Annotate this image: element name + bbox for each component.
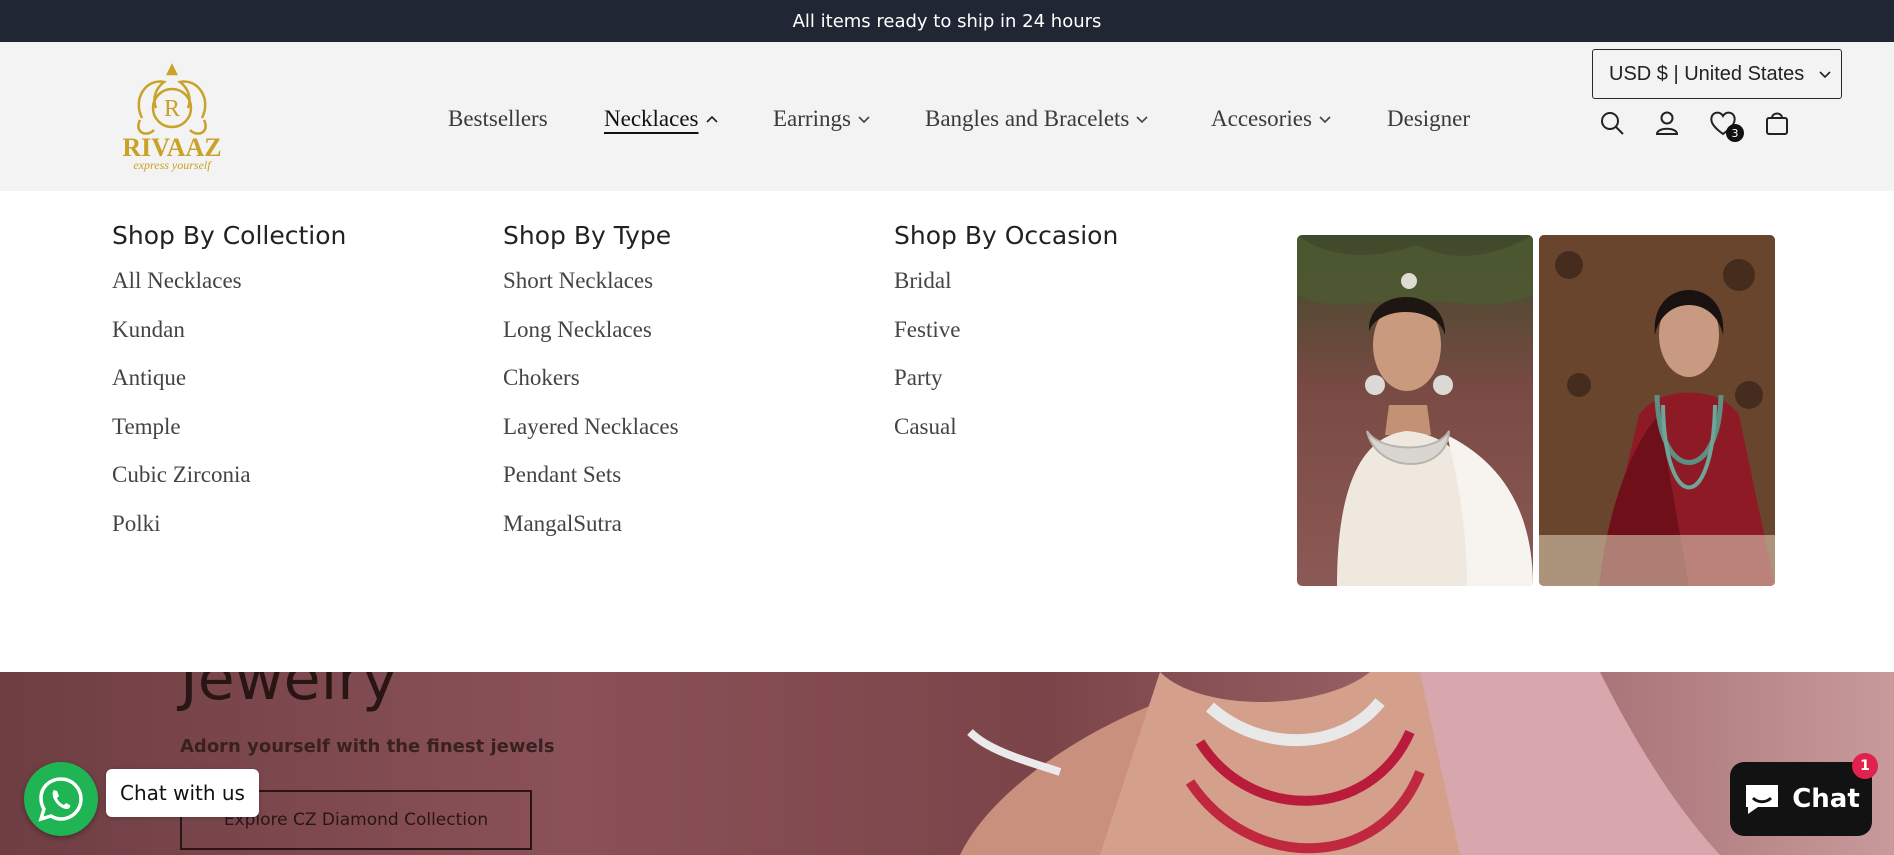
wishlist-count-badge: 3 bbox=[1726, 124, 1744, 142]
menu-link[interactable]: Bridal bbox=[894, 268, 1118, 317]
nav-label: Necklaces bbox=[604, 106, 699, 131]
column-title: Shop By Occasion bbox=[894, 221, 1119, 250]
site-header: R RIVAAZ express yourself Bestsellers Ne… bbox=[0, 42, 1894, 191]
menu-link[interactable]: Party bbox=[894, 365, 1118, 414]
hero-subtitle: Adorn yourself with the finest jewels bbox=[180, 736, 555, 757]
column-title: Shop By Type bbox=[503, 221, 672, 250]
whatsapp-button[interactable] bbox=[24, 762, 98, 836]
nav-necklaces[interactable]: Necklaces bbox=[604, 106, 719, 132]
menu-link[interactable]: Antique bbox=[112, 365, 346, 414]
hero-title: Jewelry bbox=[180, 672, 398, 714]
menu-column-type: Shop By Type Short Necklaces Long Neckla… bbox=[503, 221, 679, 559]
currency-value: USD $ | United States bbox=[1609, 62, 1805, 85]
search-icon bbox=[1601, 112, 1624, 135]
chevron-down-icon bbox=[1319, 116, 1331, 124]
menu-link[interactable]: Pendant Sets bbox=[503, 462, 679, 511]
necklaces-mega-menu: Shop By Collection All Necklaces Kundan … bbox=[0, 191, 1894, 672]
nav-label: Designer bbox=[1387, 106, 1471, 131]
chat-button[interactable]: Chat bbox=[1730, 762, 1872, 836]
hero-banner: Jewelry Adorn yourself with the finest j… bbox=[0, 672, 1894, 855]
chevron-down-icon bbox=[1136, 116, 1148, 124]
chevron-down-icon bbox=[1819, 71, 1831, 79]
wishlist-button[interactable]: 3 bbox=[1706, 106, 1744, 142]
bag-icon bbox=[1766, 112, 1788, 135]
menu-link[interactable]: Cubic Zirconia bbox=[112, 462, 346, 511]
user-icon bbox=[1655, 111, 1679, 135]
chevron-up-icon bbox=[705, 115, 718, 123]
nav-bangles-bracelets[interactable]: Bangles and Bracelets bbox=[925, 106, 1149, 132]
announcement-bar: All items ready to ship in 24 hours bbox=[0, 0, 1894, 42]
currency-selector[interactable]: USD $ | United States bbox=[1592, 49, 1842, 99]
menu-link[interactable]: MangalSutra bbox=[503, 511, 679, 560]
logo-tagline: express yourself bbox=[133, 158, 212, 172]
chat-label: Chat bbox=[1792, 784, 1860, 814]
nav-bestsellers[interactable]: Bestsellers bbox=[448, 106, 548, 132]
menu-link[interactable]: Kundan bbox=[112, 317, 346, 366]
menu-column-collection: Shop By Collection All Necklaces Kundan … bbox=[112, 221, 346, 559]
nav-earrings[interactable]: Earrings bbox=[773, 106, 871, 132]
chat-bubble-icon bbox=[1746, 785, 1779, 814]
account-button[interactable] bbox=[1650, 106, 1684, 140]
menu-column-occasion: Shop By Occasion Bridal Festive Party Ca… bbox=[894, 221, 1118, 462]
promo-image-red-saree[interactable] bbox=[1539, 235, 1775, 586]
menu-link[interactable]: Festive bbox=[894, 317, 1118, 366]
nav-accesories[interactable]: Accesories bbox=[1211, 106, 1332, 132]
nav-designer[interactable]: Designer bbox=[1387, 106, 1470, 132]
chat-notification-badge: 1 bbox=[1852, 753, 1878, 779]
whatsapp-icon bbox=[38, 777, 83, 822]
announcement-text: All items ready to ship in 24 hours bbox=[792, 10, 1102, 32]
menu-link[interactable]: Casual bbox=[894, 414, 1118, 463]
chevron-down-icon bbox=[858, 116, 870, 124]
menu-link[interactable]: Short Necklaces bbox=[503, 268, 679, 317]
logo-monogram: R bbox=[164, 96, 180, 122]
menu-link[interactable]: Layered Necklaces bbox=[503, 414, 679, 463]
menu-link[interactable]: All Necklaces bbox=[112, 268, 346, 317]
promo-image-white-saree[interactable] bbox=[1297, 235, 1533, 586]
nav-label: Bestsellers bbox=[448, 106, 548, 131]
menu-link[interactable]: Long Necklaces bbox=[503, 317, 679, 366]
nav-label: Accesories bbox=[1211, 106, 1312, 131]
menu-link[interactable]: Polki bbox=[112, 511, 346, 560]
column-title: Shop By Collection bbox=[112, 221, 347, 250]
nav-label: Earrings bbox=[773, 106, 851, 131]
brand-logo[interactable]: R RIVAAZ express yourself bbox=[112, 58, 232, 173]
nav-label: Bangles and Bracelets bbox=[925, 106, 1130, 131]
whatsapp-label[interactable]: Chat with us bbox=[106, 769, 259, 817]
cart-button[interactable] bbox=[1760, 106, 1794, 140]
menu-link[interactable]: Temple bbox=[112, 414, 346, 463]
menu-link[interactable]: Chokers bbox=[503, 365, 679, 414]
search-button[interactable] bbox=[1595, 106, 1629, 140]
